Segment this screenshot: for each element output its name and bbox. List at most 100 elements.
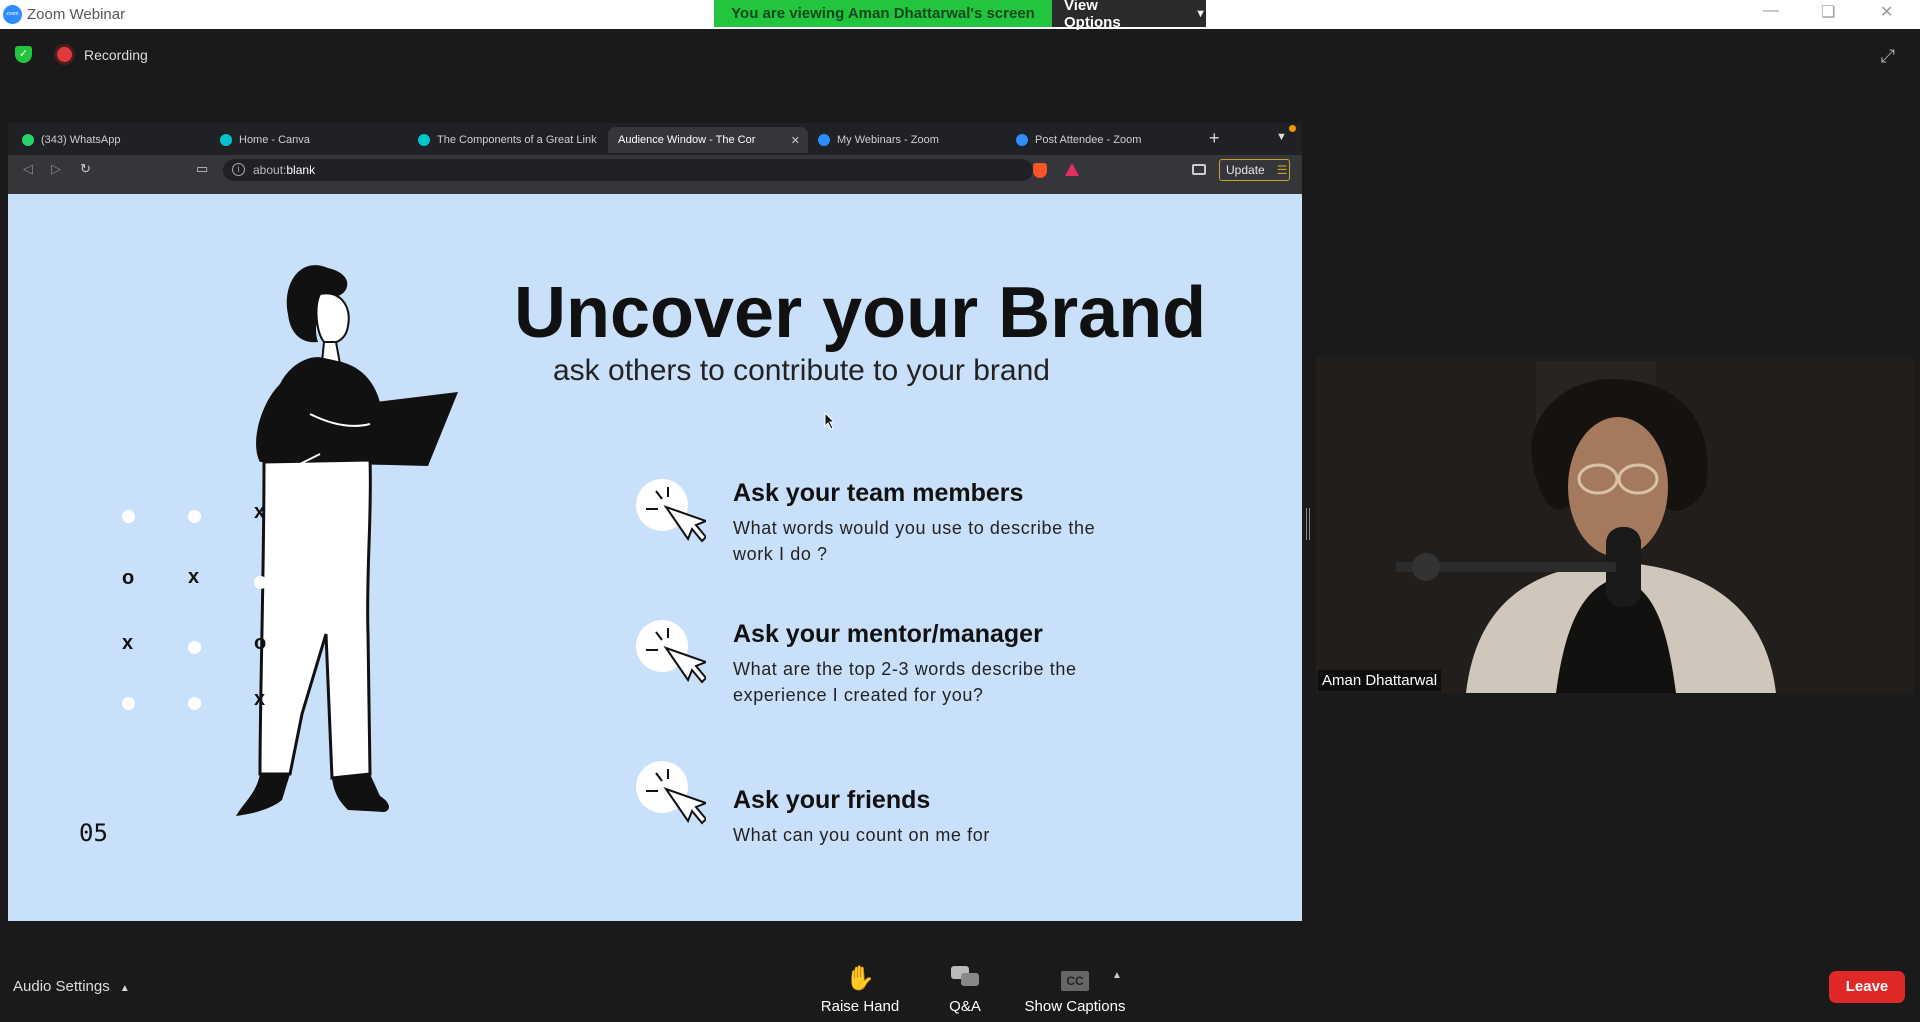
- tab-label: The Components of a Great Link: [437, 134, 597, 146]
- grid-x-symbol: x: [254, 501, 266, 523]
- bookmark-icon[interactable]: ▭: [196, 161, 208, 177]
- meeting-toolbar: Audio Settings ▲ ✋ Raise Hand Q&A CC Sho…: [0, 960, 1920, 1022]
- tab-label: Audience Window - The Cor: [618, 134, 756, 146]
- screen-share-banner: You are viewing Aman Dhattarwal's screen…: [714, 0, 1206, 31]
- raise-hand-button[interactable]: ✋ Raise Hand: [820, 964, 900, 1015]
- grid-x-symbol: x: [122, 632, 134, 654]
- raise-hand-label: Raise Hand: [820, 998, 900, 1015]
- slide-subtitle: ask others to contribute to your brand: [553, 354, 1050, 387]
- update-button[interactable]: Update ☰: [1219, 159, 1290, 181]
- reload-icon[interactable]: ↻: [80, 161, 91, 177]
- browser-tab-strip: (343) WhatsApp Home - Canva The Componen…: [8, 123, 1302, 155]
- view-options-button[interactable]: View Options ▼: [1052, 0, 1206, 31]
- grid-x-symbol: x: [254, 688, 266, 710]
- click-cursor-icon: [636, 479, 706, 543]
- leave-button[interactable]: Leave: [1829, 971, 1905, 1003]
- recording-dot-icon: [57, 47, 72, 62]
- tab-search-chevron-icon[interactable]: ▼: [1276, 131, 1287, 143]
- menu-icon: ☰: [1276, 163, 1288, 177]
- url-host: blank: [286, 163, 316, 177]
- ask-body-line: What words would you use to describe the: [733, 518, 1096, 538]
- notification-dot: [1289, 125, 1296, 132]
- grid-o-symbol: o: [254, 632, 267, 654]
- brave-rewards-icon[interactable]: [1065, 163, 1079, 176]
- meeting-status-bar: ✓ Recording ⤢: [0, 38, 1920, 68]
- site-info-icon[interactable]: i: [232, 163, 245, 176]
- chevron-down-icon: ▼: [1195, 7, 1206, 20]
- tab-label: Post Attendee - Zoom: [1035, 134, 1142, 146]
- qa-button[interactable]: Q&A: [940, 964, 990, 1015]
- tab-whatsapp[interactable]: (343) WhatsApp: [12, 127, 210, 153]
- zoom-icon: [818, 134, 830, 146]
- close-icon[interactable]: ✕: [1880, 2, 1893, 22]
- ask-heading: Ask your friends: [733, 786, 931, 814]
- panel-resize-handle[interactable]: [1306, 508, 1310, 540]
- shared-screen: (343) WhatsApp Home - Canva The Componen…: [8, 123, 1302, 921]
- tab-components[interactable]: The Components of a Great Link: [408, 127, 606, 153]
- participant-name-label: Aman Dhattarwal: [1318, 670, 1442, 691]
- ask-body-line: experience I created for you?: [733, 685, 984, 705]
- captions-chevron-up-icon[interactable]: ▲: [1112, 970, 1122, 981]
- audio-settings-label: Audio Settings: [13, 978, 110, 995]
- back-icon[interactable]: ◁: [23, 161, 33, 177]
- tab-label: Home - Canva: [239, 134, 310, 146]
- url-prefix: about:: [253, 163, 287, 177]
- tab-label: (343) WhatsApp: [41, 134, 121, 146]
- woman-with-laptop-illustration: [236, 265, 458, 816]
- forward-icon[interactable]: ▷: [51, 161, 61, 177]
- ask-heading: Ask your team members: [733, 479, 1024, 507]
- presentation-slide: x o x x o x Uncover your Brand ask other…: [8, 194, 1302, 921]
- tab-my-webinars[interactable]: My Webinars - Zoom: [808, 127, 1006, 153]
- hand-icon: ✋: [845, 965, 875, 992]
- tab-audience-window[interactable]: Audience Window - The Cor ✕: [608, 127, 808, 153]
- grid-x-symbol: x: [188, 566, 200, 588]
- fullscreen-icon[interactable]: ⤢: [1881, 46, 1895, 67]
- grid-dot: [122, 510, 135, 523]
- grid-dot: [254, 576, 267, 589]
- mouse-cursor-icon: [824, 412, 836, 430]
- brave-shield-icon[interactable]: [1033, 163, 1047, 178]
- ask-body-line: What can you count on me for: [733, 825, 990, 845]
- click-cursor-icon: [636, 620, 706, 684]
- slide-page-number: 05: [79, 819, 108, 847]
- whatsapp-icon: [22, 134, 34, 146]
- update-label: Update: [1226, 163, 1265, 177]
- chat-bubbles-icon: [940, 964, 990, 994]
- canva-icon: [418, 134, 430, 146]
- view-options-label: View Options: [1064, 0, 1121, 31]
- tab-close-icon[interactable]: ✕: [791, 134, 808, 147]
- chevron-up-icon: ▲: [119, 983, 130, 994]
- slide-title: Uncover your Brand: [514, 273, 1207, 353]
- window-title: Zoom Webinar: [27, 6, 126, 23]
- url-input[interactable]: i about:blank: [223, 159, 1033, 181]
- recording-label: Recording: [84, 47, 148, 63]
- minimize-icon[interactable]: —: [1763, 2, 1779, 20]
- new-tab-plus-icon[interactable]: +: [1209, 128, 1220, 149]
- show-captions-label: Show Captions: [1024, 998, 1126, 1015]
- audio-settings-button[interactable]: Audio Settings ▲: [13, 978, 130, 995]
- grid-dot: [188, 641, 201, 654]
- participant-video-frame: [1316, 357, 1914, 693]
- viewing-screen-label: You are viewing Aman Dhattarwal's screen: [714, 0, 1052, 27]
- ask-body-line: work I do ?: [733, 544, 828, 564]
- ask-body-line: What are the top 2-3 words describe the: [733, 659, 1077, 679]
- participant-video-tile[interactable]: Aman Dhattarwal: [1316, 357, 1914, 693]
- wallet-icon[interactable]: [1192, 164, 1206, 175]
- tab-canva-home[interactable]: Home - Canva: [210, 127, 408, 153]
- grid-dot: [122, 697, 135, 710]
- click-cursor-icon: [636, 761, 706, 825]
- grid-dot: [188, 697, 201, 710]
- tab-post-attendee[interactable]: Post Attendee - Zoom: [1006, 127, 1204, 153]
- zoom-icon: [1016, 134, 1028, 146]
- address-bar-row: ◁ ▷ ↻ ▭ i about:blank Update ☰: [8, 155, 1302, 185]
- qa-label: Q&A: [949, 998, 981, 1015]
- tab-label: My Webinars - Zoom: [837, 134, 939, 146]
- encryption-shield-icon[interactable]: ✓: [15, 46, 32, 63]
- zoom-logo-icon: zoom: [3, 5, 22, 24]
- canva-icon: [220, 134, 232, 146]
- grid-dot: [188, 510, 201, 523]
- grid-o-symbol: o: [122, 567, 135, 589]
- url-text: about:blank: [253, 163, 315, 177]
- restore-icon[interactable]: ❏: [1821, 2, 1835, 22]
- ask-heading: Ask your mentor/manager: [733, 620, 1043, 648]
